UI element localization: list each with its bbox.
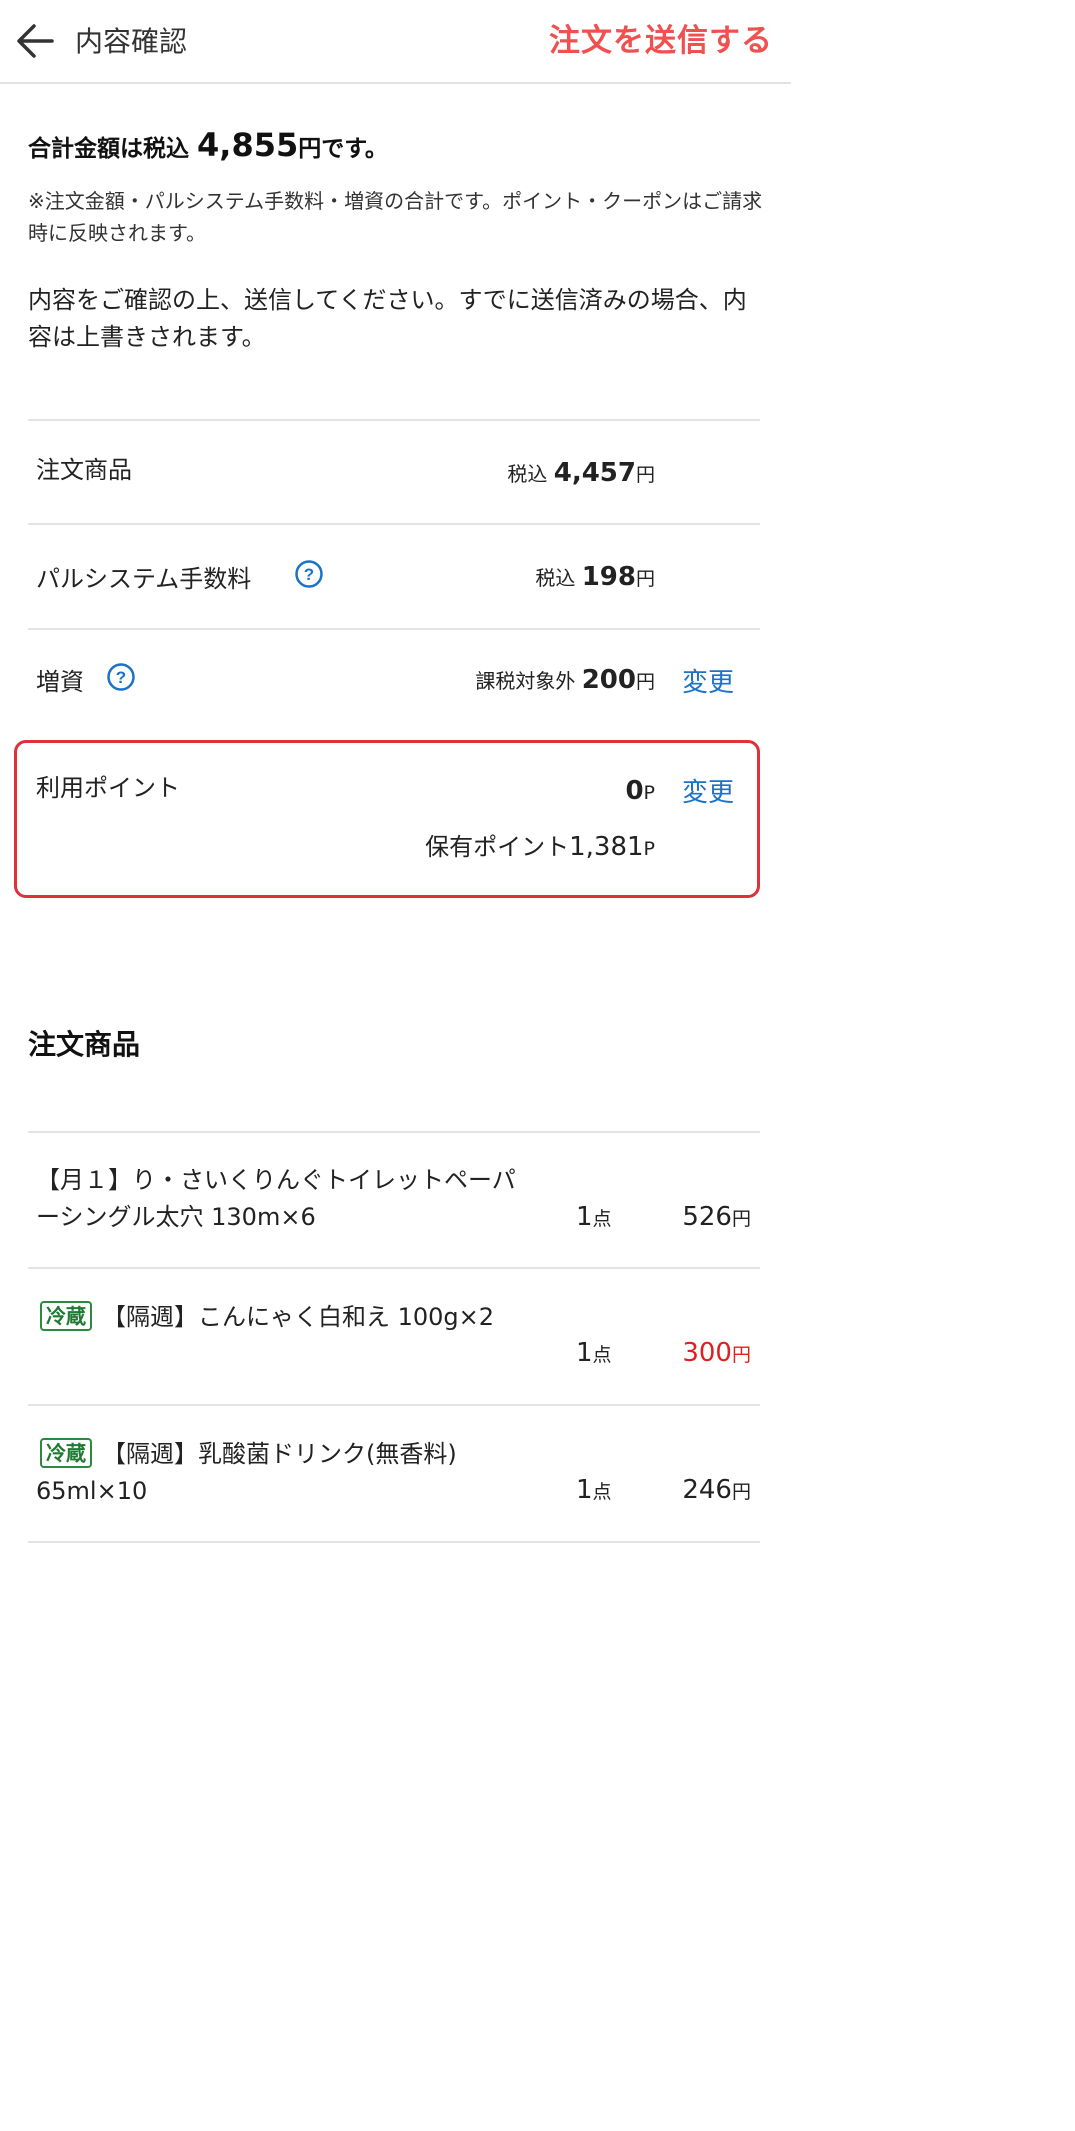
points-change-link[interactable]: 変更	[682, 775, 734, 811]
total-suffix: 円です。	[298, 136, 388, 162]
list-item-name[interactable]: 冷蔵 【隔週】こんにゃく白和え 100g×2	[36, 1299, 526, 1336]
page-title: 内容確認	[75, 25, 188, 58]
capital-change-link[interactable]: 変更	[682, 665, 734, 701]
arrow-left-icon[interactable]	[12, 18, 58, 64]
held-points: 保有ポイント1,381P	[425, 829, 655, 867]
refrigerated-tag: 冷蔵	[40, 1301, 92, 1331]
fee-value: 税込 198円	[535, 559, 655, 597]
points-value: 0P	[625, 773, 655, 811]
held-points-label: 保有ポイント	[425, 833, 570, 861]
qty-value: 1	[576, 1475, 593, 1505]
tax-label: 税込	[535, 566, 576, 590]
qty-unit: 点	[592, 1481, 612, 1503]
qty-unit: 点	[592, 1344, 612, 1366]
divider	[28, 419, 760, 421]
divider	[28, 1131, 760, 1133]
item-qty: 1点	[576, 1472, 612, 1510]
qty-unit: 点	[592, 1208, 612, 1230]
item-price: 300円	[682, 1335, 751, 1373]
order-items-label: 注文商品	[36, 456, 132, 484]
yen-unit: 円	[635, 464, 655, 486]
price-unit: 円	[731, 1208, 751, 1230]
total-prefix: 合計金額は税込	[28, 136, 189, 162]
yen-unit: 円	[635, 568, 655, 590]
capital-value: 課税対象外 200円	[475, 662, 655, 700]
item-qty: 1点	[576, 1335, 612, 1373]
fee-label: パルシステム手数料	[36, 565, 252, 593]
total-note: ※注文金額・パルシステム手数料・増資の合計です。ポイント・クーポンはご請求時に反…	[28, 189, 763, 245]
item-qty: 1点	[576, 1199, 612, 1237]
confirm-message: 内容をご確認の上、送信してください。すでに送信済みの場合、内容は上書きされます。	[28, 286, 747, 351]
svg-text:?: ?	[304, 565, 314, 584]
price-unit: 円	[731, 1481, 751, 1503]
held-points-amount: 1,381	[569, 832, 644, 862]
tax-label: 課税対象外	[475, 669, 576, 693]
divider	[28, 1404, 760, 1406]
app-header: 内容確認 注文を送信する	[0, 0, 791, 84]
submit-order-button[interactable]: 注文を送信する	[549, 18, 773, 64]
section-title-order-items: 注文商品	[28, 1028, 141, 1061]
divider	[28, 1267, 760, 1269]
fee-amount: 198	[581, 562, 636, 592]
divider	[28, 1541, 760, 1543]
total-amount: 4,855	[197, 126, 299, 164]
points-highlight-box	[14, 740, 760, 898]
svg-text:?: ?	[116, 668, 126, 687]
question-circle-icon[interactable]: ?	[294, 559, 324, 589]
list-item-name[interactable]: 【月１】り・さいくりんぐトイレットペーパーシングル太穴 130m×6	[36, 1162, 526, 1236]
qty-value: 1	[576, 1202, 593, 1232]
points-unit: P	[643, 782, 655, 804]
divider	[28, 523, 760, 525]
order-items-value: 税込 4,457円	[507, 455, 655, 493]
item-price: 246円	[682, 1472, 751, 1510]
price-unit: 円	[731, 1344, 751, 1366]
capital-amount: 200	[581, 665, 636, 695]
price-value: 246	[682, 1475, 732, 1505]
order-items-amount: 4,457	[553, 458, 636, 488]
price-value: 526	[682, 1202, 732, 1232]
item-name-text: 【隔週】こんにゃく白和え 100g×2	[102, 1303, 495, 1331]
total-amount-line: 合計金額は税込 4,855円です。	[28, 123, 388, 171]
item-name-text: 【月１】り・さいくりんぐトイレットペーパーシングル太穴 130m×6	[36, 1166, 516, 1231]
refrigerated-tag: 冷蔵	[40, 1438, 92, 1468]
question-circle-icon[interactable]: ?	[106, 662, 136, 692]
yen-unit: 円	[635, 671, 655, 693]
price-value: 300	[682, 1338, 732, 1368]
tax-label: 税込	[507, 462, 548, 486]
divider	[28, 628, 760, 630]
points-amount: 0	[625, 776, 644, 806]
list-item-name[interactable]: 冷蔵 【隔週】乳酸菌ドリンク(無香料) 65ml×10	[36, 1436, 526, 1510]
item-price: 526円	[682, 1199, 751, 1237]
item-name-text: 【隔週】乳酸菌ドリンク(無香料) 65ml×10	[36, 1440, 457, 1505]
qty-value: 1	[576, 1338, 593, 1368]
points-unit: P	[643, 838, 655, 860]
points-label: 利用ポイント	[36, 774, 180, 802]
capital-label: 増資	[36, 668, 84, 696]
